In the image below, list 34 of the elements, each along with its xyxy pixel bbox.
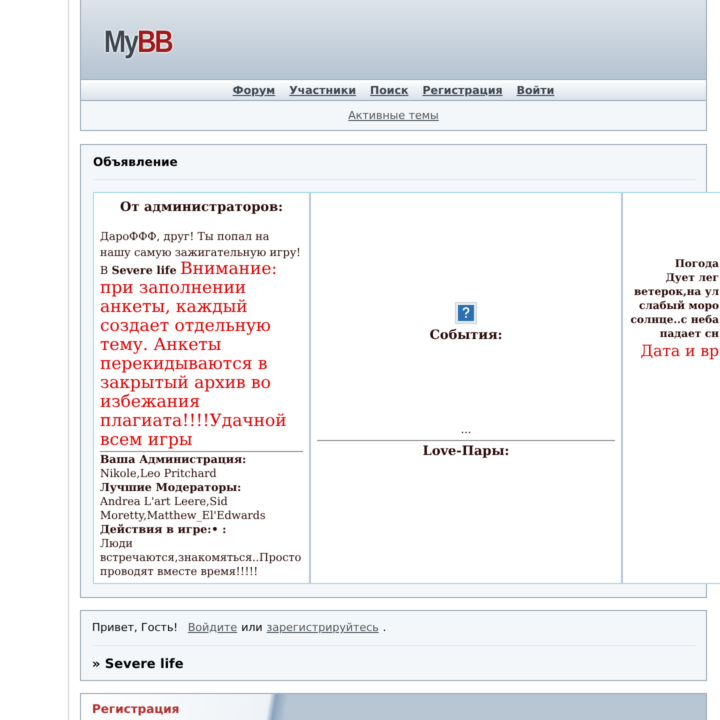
nav-link[interactable]: Участники <box>289 84 356 96</box>
section-label: Действия в игре:• : <box>100 523 228 537</box>
column-heading: Love-Пары: <box>422 444 510 459</box>
column-heading: От администраторов: <box>119 200 284 215</box>
nav-link[interactable]: Войти <box>516 84 554 96</box>
section-title: Регистрация <box>92 702 180 716</box>
broken-image-icon <box>454 302 477 324</box>
login-link[interactable]: Войдите <box>188 621 238 634</box>
weather-text: солнце..с неба <box>630 313 719 327</box>
or-text: или <box>241 621 263 634</box>
weather-text: Погода <box>674 257 719 271</box>
active-topics-link[interactable]: Активные темы <box>348 109 439 122</box>
section-label: Лучшие Модераторы: <box>100 481 242 495</box>
section-text: Nikole,Leo Pritchard <box>100 467 218 481</box>
greeting-text: Привет, Гость! <box>92 621 178 634</box>
weather-text: ветерок,на ул <box>634 285 719 299</box>
ellipsis-text: ... <box>460 423 472 436</box>
welcome-text: ДароФФФ, друг! Ты попал на нашу самую зажигательную игру! В Severe life Внимание: при заполнении анкеты, каждый создает отдельную тему. Анкеты перекидываются в закрытый архив во избежания плагиата!!!!Удачной всем игры <box>100 229 302 450</box>
section-text: Andrea L'art Leere,Sid Moretty,Matthew_El'Edwards <box>100 495 266 523</box>
breadcrumb-link[interactable]: » Severe life <box>92 657 696 672</box>
section-text: Люди встречаются,знакомяться..Просто проводят вместе время!!!!! <box>100 537 302 579</box>
weather-text: слабый моро <box>638 299 719 313</box>
section-label: Ваша Администрация: <box>100 453 248 467</box>
forum-logo[interactable]: MyBB <box>104 24 172 60</box>
nav-link[interactable]: Форум <box>232 84 276 96</box>
register-link[interactable]: зарегистрируйтесь <box>266 621 379 634</box>
nav-link[interactable]: Регистрация <box>422 84 503 96</box>
nav-link[interactable]: Поиск <box>370 84 408 96</box>
date-text: Дата и вр <box>640 341 719 361</box>
panel-title: Объявление <box>93 155 179 169</box>
period-text: . <box>382 621 386 634</box>
column-heading: События: <box>430 328 502 343</box>
weather-text: Дует лег <box>666 271 719 285</box>
weather-text: падает сн <box>660 327 719 341</box>
